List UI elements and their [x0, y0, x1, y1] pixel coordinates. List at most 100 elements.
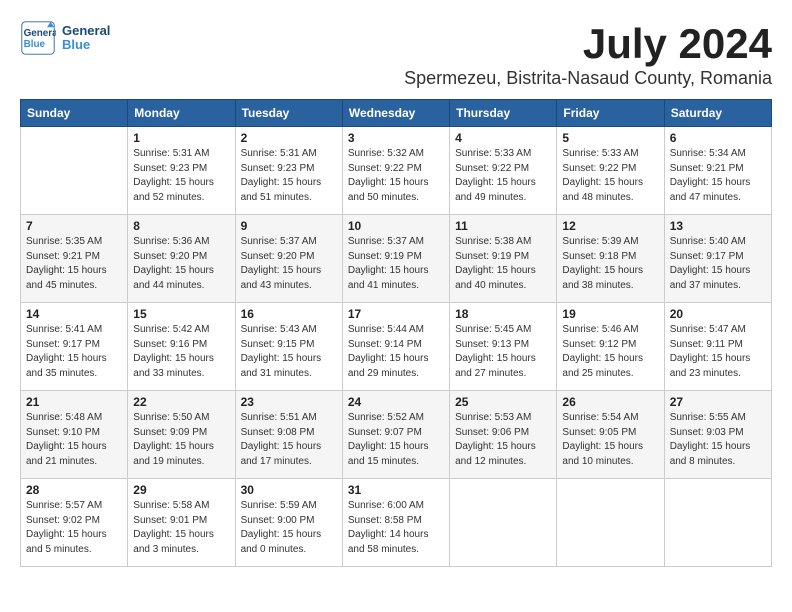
calendar-cell: 13 Sunrise: 5:40 AMSunset: 9:17 PMDayligh…	[664, 215, 771, 303]
day-info: Sunrise: 5:46 AMSunset: 9:12 PMDaylight:…	[562, 323, 658, 381]
calendar-cell: 7 Sunrise: 5:35 AMSunset: 9:21 PMDaylight…	[21, 215, 128, 303]
day-number: 23	[241, 395, 337, 409]
calendar-cell: 18 Sunrise: 5:45 AMSunset: 9:13 PMDayligh…	[450, 303, 557, 391]
weekday-header-wednesday: Wednesday	[342, 100, 449, 127]
svg-text:Blue: Blue	[24, 39, 46, 50]
calendar-cell: 31 Sunrise: 6:00 AMSunset: 8:58 PMDayligh…	[342, 479, 449, 567]
day-number: 26	[562, 395, 658, 409]
day-number: 20	[670, 307, 766, 321]
calendar-week-4: 21 Sunrise: 5:48 AMSunset: 9:10 PMDayligh…	[21, 391, 772, 479]
calendar-cell: 10Sunrise: 5:37 AMSunset: 9:19 PMDayligh…	[342, 215, 449, 303]
day-info: Sunrise: 6:00 AMSunset: 8:58 PMDaylight:…	[348, 499, 444, 557]
day-number: 12	[562, 219, 658, 233]
day-info: Sunrise: 5:57 AMSunset: 9:02 PMDaylight:…	[26, 499, 122, 557]
day-number: 29	[133, 483, 229, 497]
day-number: 17	[348, 307, 444, 321]
day-number: 18	[455, 307, 551, 321]
day-number: 16	[241, 307, 337, 321]
calendar-cell: 17 Sunrise: 5:44 AMSunset: 9:14 PMDayligh…	[342, 303, 449, 391]
day-info: Sunrise: 5:50 AMSunset: 9:09 PMDaylight:…	[133, 411, 229, 469]
day-info: Sunrise: 5:39 AMSunset: 9:18 PMDaylight:…	[562, 235, 658, 293]
day-info: Sunrise: 5:53 AMSunset: 9:06 PMDaylight:…	[455, 411, 551, 469]
calendar-cell	[557, 479, 664, 567]
calendar-cell: 29 Sunrise: 5:58 AMSunset: 9:01 PMDayligh…	[128, 479, 235, 567]
header-section: July 2024 Spermezeu, Bistrita-Nasaud Cou…	[20, 20, 772, 89]
day-info: Sunrise: 5:37 AMSunset: 9:20 PMDaylight:…	[241, 235, 337, 293]
day-info: Sunrise: 5:31 AMSunset: 9:23 PMDaylight:…	[241, 147, 337, 205]
calendar-cell: 21 Sunrise: 5:48 AMSunset: 9:10 PMDayligh…	[21, 391, 128, 479]
day-number: 9	[241, 219, 337, 233]
day-info: Sunrise: 5:48 AMSunset: 9:10 PMDaylight:…	[26, 411, 122, 469]
day-number: 14	[26, 307, 122, 321]
day-number: 2	[241, 131, 337, 145]
calendar-cell: 25 Sunrise: 5:53 AMSunset: 9:06 PMDayligh…	[450, 391, 557, 479]
day-info: Sunrise: 5:33 AMSunset: 9:22 PMDaylight:…	[455, 147, 551, 205]
day-info: Sunrise: 5:34 AMSunset: 9:21 PMDaylight:…	[670, 147, 766, 205]
calendar-cell: 26Sunrise: 5:54 AMSunset: 9:05 PMDayligh…	[557, 391, 664, 479]
calendar-week-2: 7 Sunrise: 5:35 AMSunset: 9:21 PMDaylight…	[21, 215, 772, 303]
calendar-cell: 2 Sunrise: 5:31 AMSunset: 9:23 PMDaylight…	[235, 127, 342, 215]
calendar-cell: 20 Sunrise: 5:47 AMSunset: 9:11 PMDayligh…	[664, 303, 771, 391]
calendar-cell: 8Sunrise: 5:36 AMSunset: 9:20 PMDaylight…	[128, 215, 235, 303]
calendar-week-1: 1 Sunrise: 5:31 AMSunset: 9:23 PMDaylight…	[21, 127, 772, 215]
logo-icon: General Blue	[20, 20, 56, 56]
calendar-cell: 1 Sunrise: 5:31 AMSunset: 9:23 PMDaylight…	[128, 127, 235, 215]
weekday-header-sunday: Sunday	[21, 100, 128, 127]
svg-text:General: General	[24, 28, 56, 39]
day-number: 4	[455, 131, 551, 145]
day-info: Sunrise: 5:31 AMSunset: 9:23 PMDaylight:…	[133, 147, 229, 205]
location-title: Spermezeu, Bistrita-Nasaud County, Roman…	[20, 68, 772, 89]
calendar-cell	[664, 479, 771, 567]
day-info: Sunrise: 5:37 AMSunset: 9:19 PMDaylight:…	[348, 235, 444, 293]
day-number: 11	[455, 219, 551, 233]
day-info: Sunrise: 5:41 AMSunset: 9:17 PMDaylight:…	[26, 323, 122, 381]
weekday-header-friday: Friday	[557, 100, 664, 127]
day-number: 15	[133, 307, 229, 321]
calendar-table: SundayMondayTuesdayWednesdayThursdayFrid…	[20, 99, 772, 567]
calendar-cell: 16 Sunrise: 5:43 AMSunset: 9:15 PMDayligh…	[235, 303, 342, 391]
day-number: 27	[670, 395, 766, 409]
day-number: 1	[133, 131, 229, 145]
day-info: Sunrise: 5:35 AMSunset: 9:21 PMDaylight:…	[26, 235, 122, 293]
day-number: 28	[26, 483, 122, 497]
calendar-cell: 12 Sunrise: 5:39 AMSunset: 9:18 PMDayligh…	[557, 215, 664, 303]
day-number: 21	[26, 395, 122, 409]
calendar-cell: 28 Sunrise: 5:57 AMSunset: 9:02 PMDayligh…	[21, 479, 128, 567]
logo: General Blue General Blue	[20, 20, 110, 56]
day-info: Sunrise: 5:47 AMSunset: 9:11 PMDaylight:…	[670, 323, 766, 381]
day-info: Sunrise: 5:55 AMSunset: 9:03 PMDaylight:…	[670, 411, 766, 469]
logo-blue: Blue	[62, 38, 110, 52]
calendar-cell: 30 Sunrise: 5:59 AMSunset: 9:00 PMDayligh…	[235, 479, 342, 567]
calendar-cell: 19 Sunrise: 5:46 AMSunset: 9:12 PMDayligh…	[557, 303, 664, 391]
calendar-week-5: 28 Sunrise: 5:57 AMSunset: 9:02 PMDayligh…	[21, 479, 772, 567]
day-info: Sunrise: 5:52 AMSunset: 9:07 PMDaylight:…	[348, 411, 444, 469]
day-number: 25	[455, 395, 551, 409]
logo-general: General	[62, 24, 110, 38]
day-info: Sunrise: 5:58 AMSunset: 9:01 PMDaylight:…	[133, 499, 229, 557]
day-number: 30	[241, 483, 337, 497]
calendar-cell	[21, 127, 128, 215]
day-info: Sunrise: 5:42 AMSunset: 9:16 PMDaylight:…	[133, 323, 229, 381]
day-info: Sunrise: 5:40 AMSunset: 9:17 PMDaylight:…	[670, 235, 766, 293]
day-number: 24	[348, 395, 444, 409]
day-number: 6	[670, 131, 766, 145]
day-info: Sunrise: 5:51 AMSunset: 9:08 PMDaylight:…	[241, 411, 337, 469]
calendar-cell: 15 Sunrise: 5:42 AMSunset: 9:16 PMDayligh…	[128, 303, 235, 391]
calendar-cell: 14 Sunrise: 5:41 AMSunset: 9:17 PMDayligh…	[21, 303, 128, 391]
day-info: Sunrise: 5:45 AMSunset: 9:13 PMDaylight:…	[455, 323, 551, 381]
day-number: 22	[133, 395, 229, 409]
day-info: Sunrise: 5:36 AMSunset: 9:20 PMDaylight:…	[133, 235, 229, 293]
day-number: 7	[26, 219, 122, 233]
day-number: 31	[348, 483, 444, 497]
calendar-cell: 27 Sunrise: 5:55 AMSunset: 9:03 PMDayligh…	[664, 391, 771, 479]
calendar-cell: 6 Sunrise: 5:34 AMSunset: 9:21 PMDaylight…	[664, 127, 771, 215]
calendar-cell: 3Sunrise: 5:32 AMSunset: 9:22 PMDaylight…	[342, 127, 449, 215]
day-number: 5	[562, 131, 658, 145]
day-info: Sunrise: 5:59 AMSunset: 9:00 PMDaylight:…	[241, 499, 337, 557]
day-info: Sunrise: 5:43 AMSunset: 9:15 PMDaylight:…	[241, 323, 337, 381]
day-info: Sunrise: 5:44 AMSunset: 9:14 PMDaylight:…	[348, 323, 444, 381]
day-number: 13	[670, 219, 766, 233]
day-number: 19	[562, 307, 658, 321]
day-info: Sunrise: 5:38 AMSunset: 9:19 PMDaylight:…	[455, 235, 551, 293]
month-title: July 2024	[20, 20, 772, 68]
